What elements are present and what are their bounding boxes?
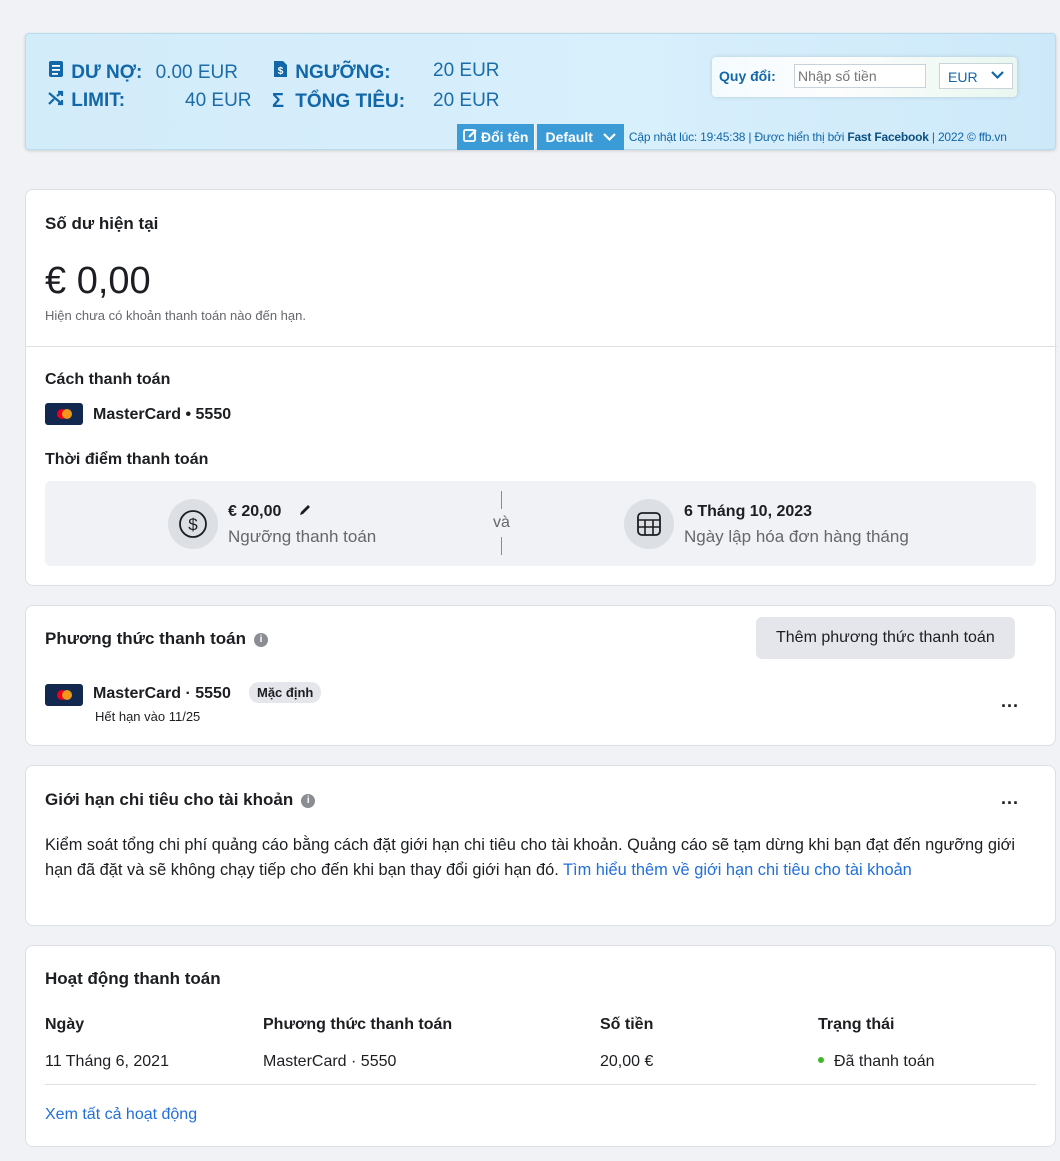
limit-stat: LIMIT: (48, 90, 125, 112)
status-dot (818, 1057, 824, 1063)
default-badge: Mặc định (249, 682, 322, 703)
brand-link[interactable]: Fast Facebook (847, 130, 929, 144)
stats-banner: DƯ NỢ: 0.00 EUR $ NGƯỠNG: 20 EUR LIMIT: … (25, 33, 1056, 150)
pencil-icon[interactable] (298, 503, 312, 522)
more-options-button[interactable]: ... (1001, 691, 1019, 712)
sigma-icon: Σ (272, 90, 285, 112)
calendar-icon (624, 499, 674, 549)
action-bar: Đổi tên Default Cập nhật lúc: 19:45:38 |… (457, 124, 1007, 150)
mastercard-icon (45, 684, 83, 706)
activity-title: Hoạt động thanh toán (45, 969, 221, 988)
payment-methods-card: Phương thức thanh toán i Thêm phương thức… (25, 605, 1056, 746)
dollar-icon: $ (168, 499, 218, 549)
total-value: 20 EUR (433, 90, 500, 111)
balance-note: Hiện chưa có khoản thanh toán nào đến hạ… (45, 308, 306, 323)
column-header-date: Ngày (45, 1016, 85, 1033)
method-card-name: MasterCard · 5550 (93, 685, 231, 702)
edit-icon (463, 128, 478, 146)
balance-title: Số dư hiện tại (45, 214, 159, 233)
threshold-amount: € 20,00 (228, 503, 282, 520)
svg-text:$: $ (188, 515, 198, 534)
row-amount: 20,00 € (600, 1053, 654, 1070)
shuffle-icon (48, 90, 66, 112)
divider (45, 1084, 1036, 1085)
card-name: MasterCard • 5550 (93, 406, 232, 423)
balance-card: Số dư hiện tại € 0,00 Hiện chưa có khoản… (25, 189, 1057, 586)
column-header-amount: Số tiền (600, 1016, 654, 1033)
debt-value: 0.00 EUR (155, 62, 238, 83)
spending-limit-card: Giới hạn chi tiêu cho tài khoản i ... Kiể… (25, 765, 1056, 926)
and-text: và (493, 514, 510, 531)
limit-description: Kiểm soát tổng chi phí quảng cáo bằng cá… (45, 833, 1025, 883)
total-label: TỔNG TIÊU: (295, 91, 406, 112)
currency-converter: Quy đổi: EUR (712, 57, 1017, 97)
column-header-method: Phương thức thanh toán (263, 1016, 453, 1033)
add-payment-method-button[interactable]: Thêm phương thức thanh toán (756, 617, 1015, 659)
methods-title-text: Phương thức thanh toán (45, 629, 247, 648)
svg-text:$: $ (278, 66, 284, 77)
bill-date: 6 Tháng 10, 2023 (684, 503, 813, 520)
convert-label: Quy đổi: (719, 68, 776, 84)
limit-title-text: Giới hạn chi tiêu cho tài khoản (45, 790, 294, 809)
profile-value: Default (545, 129, 593, 145)
copyright-text: | 2022 © ffb.vn (928, 130, 1007, 144)
bill-caption: Ngày lập hóa đơn hàng tháng (684, 527, 909, 546)
payment-method-title: Cách thanh toán (45, 371, 171, 388)
payment-schedule: $ € 20,00 Ngưỡng thanh toán và 6 Tháng 1… (45, 481, 1036, 566)
debt-stat: DƯ NỢ: 0.00 EUR (48, 60, 238, 84)
limit-title: Giới hạn chi tiêu cho tài khoản i (45, 790, 316, 810)
payment-activity-card: Hoạt động thanh toán Ngày Phương thức th… (25, 945, 1056, 1147)
row-method: MasterCard · 5550 (263, 1053, 397, 1070)
methods-title: Phương thức thanh toán i (45, 629, 269, 649)
debt-label: DƯ NỢ: (71, 62, 143, 83)
separator (501, 491, 502, 509)
card-expiry: Hết hạn vào 11/25 (95, 709, 201, 724)
row-status-text: Đã thanh toán (834, 1053, 935, 1070)
learn-more-link[interactable]: Tìm hiểu thêm về giới hạn chi tiêu cho t… (563, 861, 912, 879)
separator (501, 537, 502, 555)
info-icon[interactable]: i (301, 794, 316, 808)
column-header-status: Trạng thái (818, 1016, 895, 1033)
limit-value: 40 EUR (185, 90, 252, 111)
info-icon[interactable]: i (254, 633, 269, 647)
more-options-button[interactable]: ... (1001, 788, 1019, 809)
threshold-value: 20 EUR (433, 60, 500, 81)
divider (26, 346, 1057, 347)
threshold-caption: Ngưỡng thanh toán (228, 527, 377, 546)
balance-amount: € 0,00 (45, 260, 151, 302)
update-info: Cập nhật lúc: 19:45:38 | Được hiển thị b… (629, 130, 1007, 144)
update-text: Cập nhật lúc: 19:45:38 | Được hiển thị b… (628, 130, 848, 144)
receipt-icon (48, 60, 66, 84)
profile-select[interactable]: Default (537, 124, 624, 150)
amount-input[interactable] (794, 64, 926, 88)
chevron-down-icon (991, 68, 1004, 83)
chevron-down-icon (603, 129, 616, 145)
row-status: Đã thanh toán (818, 1053, 935, 1071)
threshold-label: NGƯỠNG: (295, 62, 391, 83)
limit-label: LIMIT: (71, 90, 126, 111)
mastercard-icon (45, 403, 83, 425)
rename-label: Đổi tên (481, 129, 529, 145)
payment-time-title: Thời điểm thanh toán (45, 451, 209, 468)
threshold-stat: $ NGƯỠNG: (272, 60, 391, 84)
row-date: 11 Tháng 6, 2021 (45, 1053, 169, 1070)
invoice-icon: $ (272, 60, 290, 84)
view-all-activity-link[interactable]: Xem tất cả hoạt động (45, 1106, 197, 1124)
currency-value: EUR (948, 69, 978, 85)
currency-select[interactable]: EUR (939, 63, 1013, 89)
rename-button[interactable]: Đổi tên (457, 124, 536, 150)
total-stat: Σ TỔNG TIÊU: (272, 90, 405, 113)
